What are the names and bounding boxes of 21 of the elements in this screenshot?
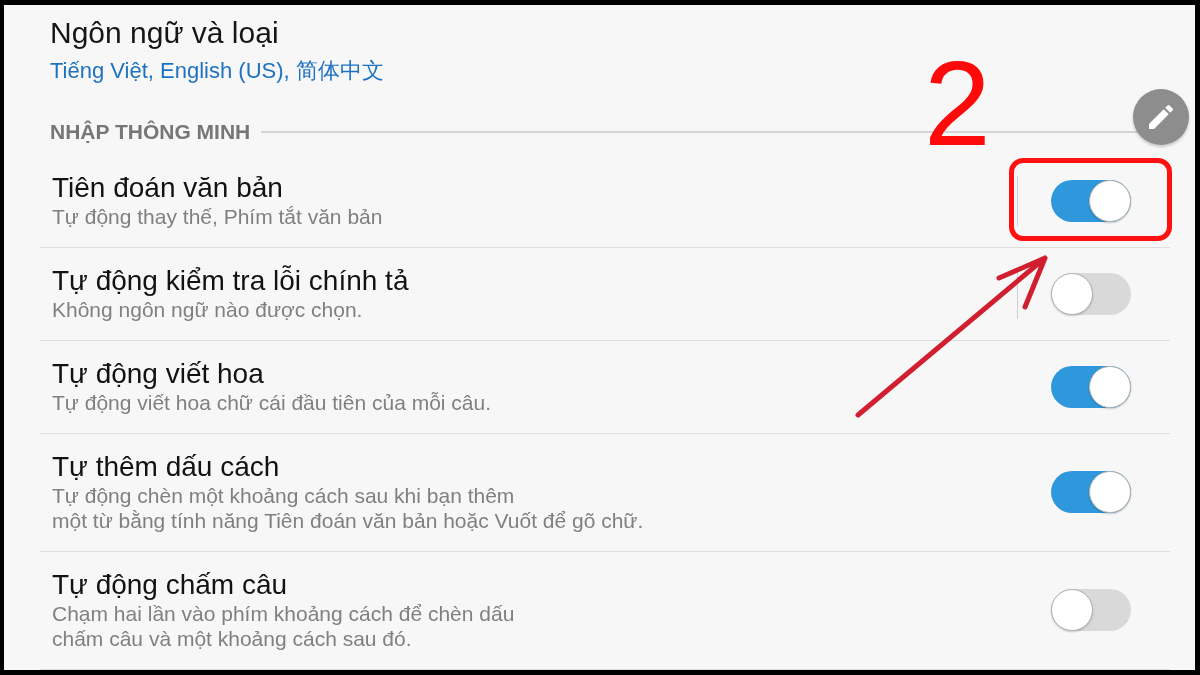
setting-title: Ngôn ngữ và loại xyxy=(50,16,279,50)
setting-description: Tự động viết hoa chữ cái đầu tiên của mỗi câu. xyxy=(52,390,492,415)
pencil-icon xyxy=(1149,105,1173,129)
toggle-switch[interactable] xyxy=(1051,272,1131,315)
setting-description: Tự động thay thế, Phím tắt văn bản xyxy=(52,204,383,229)
language-list: Tiếng Việt, English (US), 简体中文 xyxy=(50,57,384,85)
setting-title: Tự động chấm câu xyxy=(52,569,288,601)
setting-description: Không ngôn ngữ nào được chọn. xyxy=(52,297,363,322)
section-header: NHẬP THÔNG MINH xyxy=(50,120,251,144)
toggle-switch[interactable] xyxy=(1051,179,1131,222)
setting-title: Tự động kiểm tra lỗi chính tả xyxy=(52,265,409,297)
setting-title: Tiên đoán văn bản xyxy=(52,172,283,204)
toggle-switch[interactable] xyxy=(1051,365,1131,408)
toggle-switch[interactable] xyxy=(1051,471,1131,513)
setting-title: Tự động viết hoa xyxy=(52,358,264,390)
toggle-switch[interactable] xyxy=(1051,589,1131,631)
setting-description: Tự động chèn một khoảng cách sau khi bạn thêm một từ bằng tính năng Tiên đoán văn bản hoặc Vuốt để gõ chữ. xyxy=(52,483,644,533)
setting-title: Tự thêm dấu cách xyxy=(52,451,280,483)
setting-description: Chạm hai lần vào phím khoảng cách để chèn dấu chấm câu và một khoảng cách sau đó. xyxy=(52,601,515,651)
edit-button[interactable] xyxy=(1133,89,1189,145)
step-number: 2 xyxy=(924,42,991,163)
